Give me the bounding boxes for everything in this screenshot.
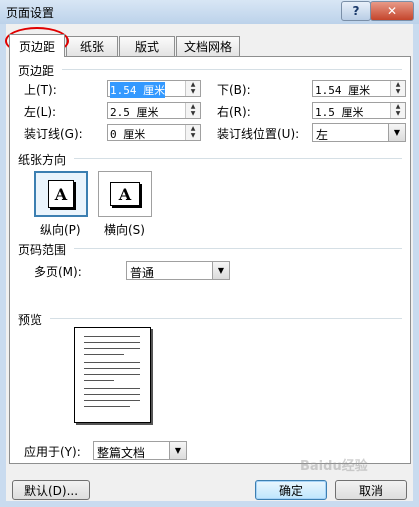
preview-section-label: 预览 xyxy=(18,313,43,327)
preview-line xyxy=(84,336,140,337)
pages-divider xyxy=(74,248,402,249)
apply-to-select[interactable]: 整篇文档 ▼ xyxy=(93,441,187,460)
portrait-page-icon: A xyxy=(48,180,74,208)
preview-line xyxy=(84,394,140,395)
help-icon: ? xyxy=(352,4,360,18)
spin-up-icon: ▲ xyxy=(190,125,196,132)
preview-line xyxy=(84,406,130,407)
preview-line xyxy=(84,354,124,355)
spin-up-icon: ▲ xyxy=(190,103,196,110)
tab-document-grid[interactable]: 文档网格 xyxy=(176,36,240,56)
spin-down-icon: ▼ xyxy=(395,88,401,95)
chevron-down-icon[interactable]: ▼ xyxy=(388,124,405,141)
left-margin-value: 2.5 厘米 xyxy=(110,106,159,119)
tab-layout[interactable]: 版式 xyxy=(119,36,175,56)
spin-up-icon: ▲ xyxy=(395,103,401,110)
margins-panel: 页边距 上(T): 1.54 厘米 ▲ ▼ 下(B): 1.54 厘米 ▲ ▼ 左(… xyxy=(9,56,411,464)
chevron-down-icon[interactable]: ▼ xyxy=(169,442,186,459)
left-margin-spinner[interactable]: ▲ ▼ xyxy=(185,103,200,118)
margins-divider xyxy=(62,69,402,70)
left-margin-input[interactable]: 2.5 厘米 ▲ ▼ xyxy=(107,102,201,119)
multiple-pages-label: 多页(M): xyxy=(34,265,82,279)
preview-line xyxy=(84,362,140,363)
gutter-position-value: 左 xyxy=(316,128,329,142)
top-margin-input[interactable]: 1.54 厘米 ▲ ▼ xyxy=(107,80,201,98)
title-bar[interactable]: 页面设置 ? ✕ xyxy=(0,0,419,24)
right-margin-label: 右(R): xyxy=(217,105,251,119)
spin-down-icon: ▼ xyxy=(190,132,196,139)
pages-section-label: 页码范围 xyxy=(18,243,67,257)
spin-down-icon: ▼ xyxy=(395,110,401,117)
multiple-pages-select[interactable]: 普通 ▼ xyxy=(126,261,230,280)
gutter-position-select[interactable]: 左 ▼ xyxy=(312,123,406,142)
watermark: Baidu经验 xyxy=(300,459,368,474)
bottom-margin-label: 下(B): xyxy=(217,83,251,97)
top-margin-spinner[interactable]: ▲ ▼ xyxy=(185,81,200,96)
default-button[interactable]: 默认(D)... xyxy=(12,480,90,500)
preview-line xyxy=(84,368,140,369)
spin-down-icon: ▼ xyxy=(190,88,196,95)
ok-button[interactable]: 确定 xyxy=(255,480,327,500)
gutter-input[interactable]: 0 厘米 ▲ ▼ xyxy=(107,124,201,141)
apply-to-value: 整篇文档 xyxy=(97,446,146,460)
preview-line xyxy=(84,374,140,375)
preview-divider xyxy=(50,318,402,319)
page-setup-dialog: 页面设置 ? ✕ 页边距 纸张 版式 文档网格 页边距 上(T): 1.54 厘… xyxy=(0,0,419,507)
landscape-page-icon: A xyxy=(110,182,140,206)
orientation-divider xyxy=(74,158,402,159)
bottom-margin-spinner[interactable]: ▲ ▼ xyxy=(390,81,405,96)
gutter-label: 装订线(G): xyxy=(24,127,83,141)
right-margin-spinner[interactable]: ▲ ▼ xyxy=(390,103,405,118)
preview-line xyxy=(84,348,140,349)
close-button[interactable]: ✕ xyxy=(370,1,414,21)
landscape-label[interactable]: 横向(S) xyxy=(104,221,145,238)
gutter-spinner[interactable]: ▲ ▼ xyxy=(185,125,200,140)
left-margin-label: 左(L): xyxy=(24,105,57,119)
spin-up-icon: ▲ xyxy=(190,81,196,88)
tab-margins[interactable]: 页边距 xyxy=(9,34,65,57)
spin-up-icon: ▲ xyxy=(395,81,401,88)
margins-section-label: 页边距 xyxy=(18,64,55,78)
apply-to-label: 应用于(Y): xyxy=(24,445,81,459)
landscape-option[interactable]: A xyxy=(98,171,152,217)
preview-line xyxy=(84,400,140,401)
multiple-pages-value: 普通 xyxy=(130,266,155,280)
top-margin-label: 上(T): xyxy=(24,83,57,97)
spin-down-icon: ▼ xyxy=(190,110,196,117)
preview-page xyxy=(74,327,151,423)
preview-line xyxy=(84,380,114,381)
right-margin-input[interactable]: 1.5 厘米 ▲ ▼ xyxy=(312,102,406,119)
window-title: 页面设置 xyxy=(6,6,55,20)
chevron-down-icon[interactable]: ▼ xyxy=(212,262,229,279)
help-button[interactable]: ? xyxy=(341,1,371,21)
portrait-label[interactable]: 纵向(P) xyxy=(40,221,81,238)
gutter-position-label: 装订线位置(U): xyxy=(217,127,300,141)
portrait-option[interactable]: A xyxy=(34,171,88,217)
cancel-button[interactable]: 取消 xyxy=(335,480,407,500)
top-margin-value: 1.54 厘米 xyxy=(110,82,166,98)
preview-line xyxy=(84,342,140,343)
gutter-value: 0 厘米 xyxy=(110,128,146,141)
tab-paper[interactable]: 纸张 xyxy=(66,36,118,56)
dialog-body: 页边距 纸张 版式 文档网格 页边距 上(T): 1.54 厘米 ▲ ▼ 下(B)… xyxy=(6,24,413,501)
orientation-section-label: 纸张方向 xyxy=(18,153,67,167)
close-icon: ✕ xyxy=(386,4,398,18)
bottom-margin-value: 1.54 厘米 xyxy=(315,84,371,97)
bottom-margin-input[interactable]: 1.54 厘米 ▲ ▼ xyxy=(312,80,406,97)
preview-line xyxy=(84,388,140,389)
right-margin-value: 1.5 厘米 xyxy=(315,106,364,119)
